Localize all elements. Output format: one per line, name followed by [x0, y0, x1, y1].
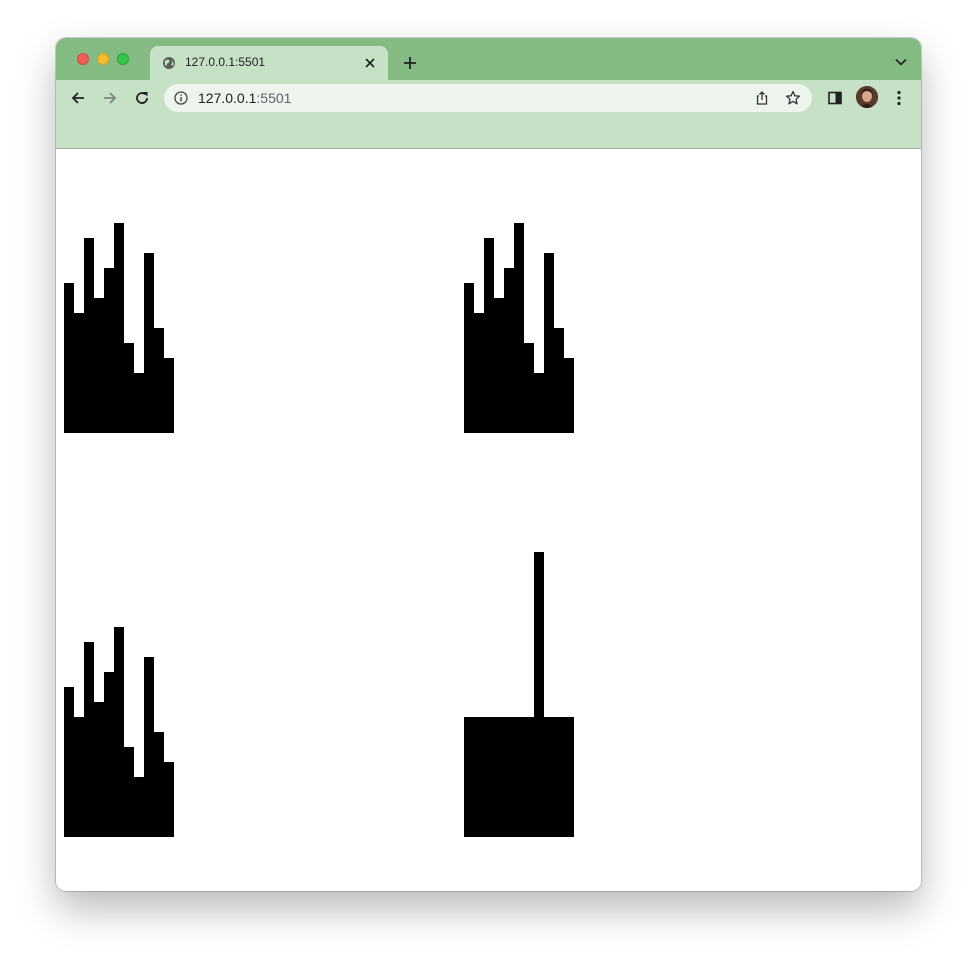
- chart-bar: [554, 717, 564, 837]
- chart-bar: [164, 358, 174, 433]
- globe-icon: [162, 56, 176, 70]
- back-arrow-icon[interactable]: [68, 88, 88, 108]
- bar-chart-top-left: [64, 148, 174, 438]
- bar-chart-top-right: [464, 148, 574, 438]
- share-icon[interactable]: [754, 90, 770, 106]
- chart-svg: [64, 627, 174, 837]
- zoom-window-button[interactable]: [117, 53, 129, 65]
- chart-bar: [134, 777, 144, 837]
- chart-bar: [544, 253, 554, 433]
- chart-bar: [144, 657, 154, 837]
- chart-bar: [104, 672, 114, 837]
- chart-bar: [114, 627, 124, 837]
- chart-bar: [524, 717, 534, 837]
- tab-strip: 127.0.0.1:5501: [56, 38, 921, 80]
- chart-bar: [464, 283, 474, 433]
- chart-bar: [504, 268, 514, 433]
- chart-svg: [464, 223, 574, 433]
- bookmarks-bar: [56, 116, 921, 149]
- chart-bar: [74, 717, 84, 837]
- chart-bar: [534, 373, 544, 433]
- tab-active[interactable]: 127.0.0.1:5501: [150, 46, 388, 80]
- close-tab-icon[interactable]: [362, 55, 378, 71]
- chart-bar: [154, 732, 164, 837]
- page-content: [56, 149, 921, 891]
- address-bar[interactable]: 127.0.0.1:5501: [164, 84, 812, 112]
- chart-bar: [104, 268, 114, 433]
- chart-bar: [94, 702, 104, 837]
- chart-bar: [144, 253, 154, 433]
- chart-bar: [164, 762, 174, 837]
- chart-bar: [534, 552, 544, 837]
- kebab-menu-icon[interactable]: [889, 88, 909, 108]
- bar-chart-bottom-right: [464, 552, 574, 842]
- chart-svg: [64, 223, 174, 433]
- chart-bar: [64, 687, 74, 837]
- chart-bar: [94, 298, 104, 433]
- chart-bar: [134, 373, 144, 433]
- chart-bar: [474, 313, 484, 433]
- minimize-window-button[interactable]: [97, 53, 109, 65]
- close-window-button[interactable]: [77, 53, 89, 65]
- url-port: :5501: [256, 90, 292, 106]
- toolbar: 127.0.0.1:5501: [56, 80, 921, 116]
- chart-bar: [564, 717, 574, 837]
- chart-bar: [514, 223, 524, 433]
- url-text: 127.0.0.1:5501: [198, 90, 291, 106]
- chart-bar: [124, 343, 134, 433]
- chart-svg: [464, 552, 574, 837]
- reload-icon[interactable]: [132, 88, 152, 108]
- chart-bar: [484, 238, 494, 433]
- chart-bar: [84, 238, 94, 433]
- info-icon[interactable]: [174, 91, 188, 105]
- chart-bar: [124, 747, 134, 837]
- chart-bar: [64, 283, 74, 433]
- side-panel-icon[interactable]: [825, 88, 845, 108]
- browser-window: 127.0.0.1:5501 127.0.0.1:5501: [56, 38, 921, 891]
- tab-title: 127.0.0.1:5501: [185, 55, 266, 69]
- chart-bar: [154, 328, 164, 433]
- chart-bar: [484, 717, 494, 837]
- star-icon[interactable]: [785, 90, 801, 106]
- new-tab-button[interactable]: [400, 53, 420, 73]
- chart-bar: [514, 717, 524, 837]
- chart-bar: [84, 642, 94, 837]
- chart-bar: [464, 717, 474, 837]
- chart-bar: [494, 717, 504, 837]
- url-host: 127.0.0.1: [198, 90, 257, 106]
- chart-bar: [114, 223, 124, 433]
- chart-bar: [524, 343, 534, 433]
- chart-bar: [564, 358, 574, 433]
- chart-bar: [474, 717, 484, 837]
- bar-chart-bottom-left: [64, 552, 174, 842]
- chart-bar: [544, 717, 554, 837]
- chevron-down-icon[interactable]: [893, 54, 909, 70]
- profile-avatar[interactable]: [856, 86, 878, 108]
- screen: 127.0.0.1:5501 127.0.0.1:5501: [0, 0, 977, 966]
- chart-bar: [504, 717, 514, 837]
- forward-arrow-icon[interactable]: [100, 88, 120, 108]
- chart-bar: [494, 298, 504, 433]
- chart-bar: [74, 313, 84, 433]
- chart-bar: [554, 328, 564, 433]
